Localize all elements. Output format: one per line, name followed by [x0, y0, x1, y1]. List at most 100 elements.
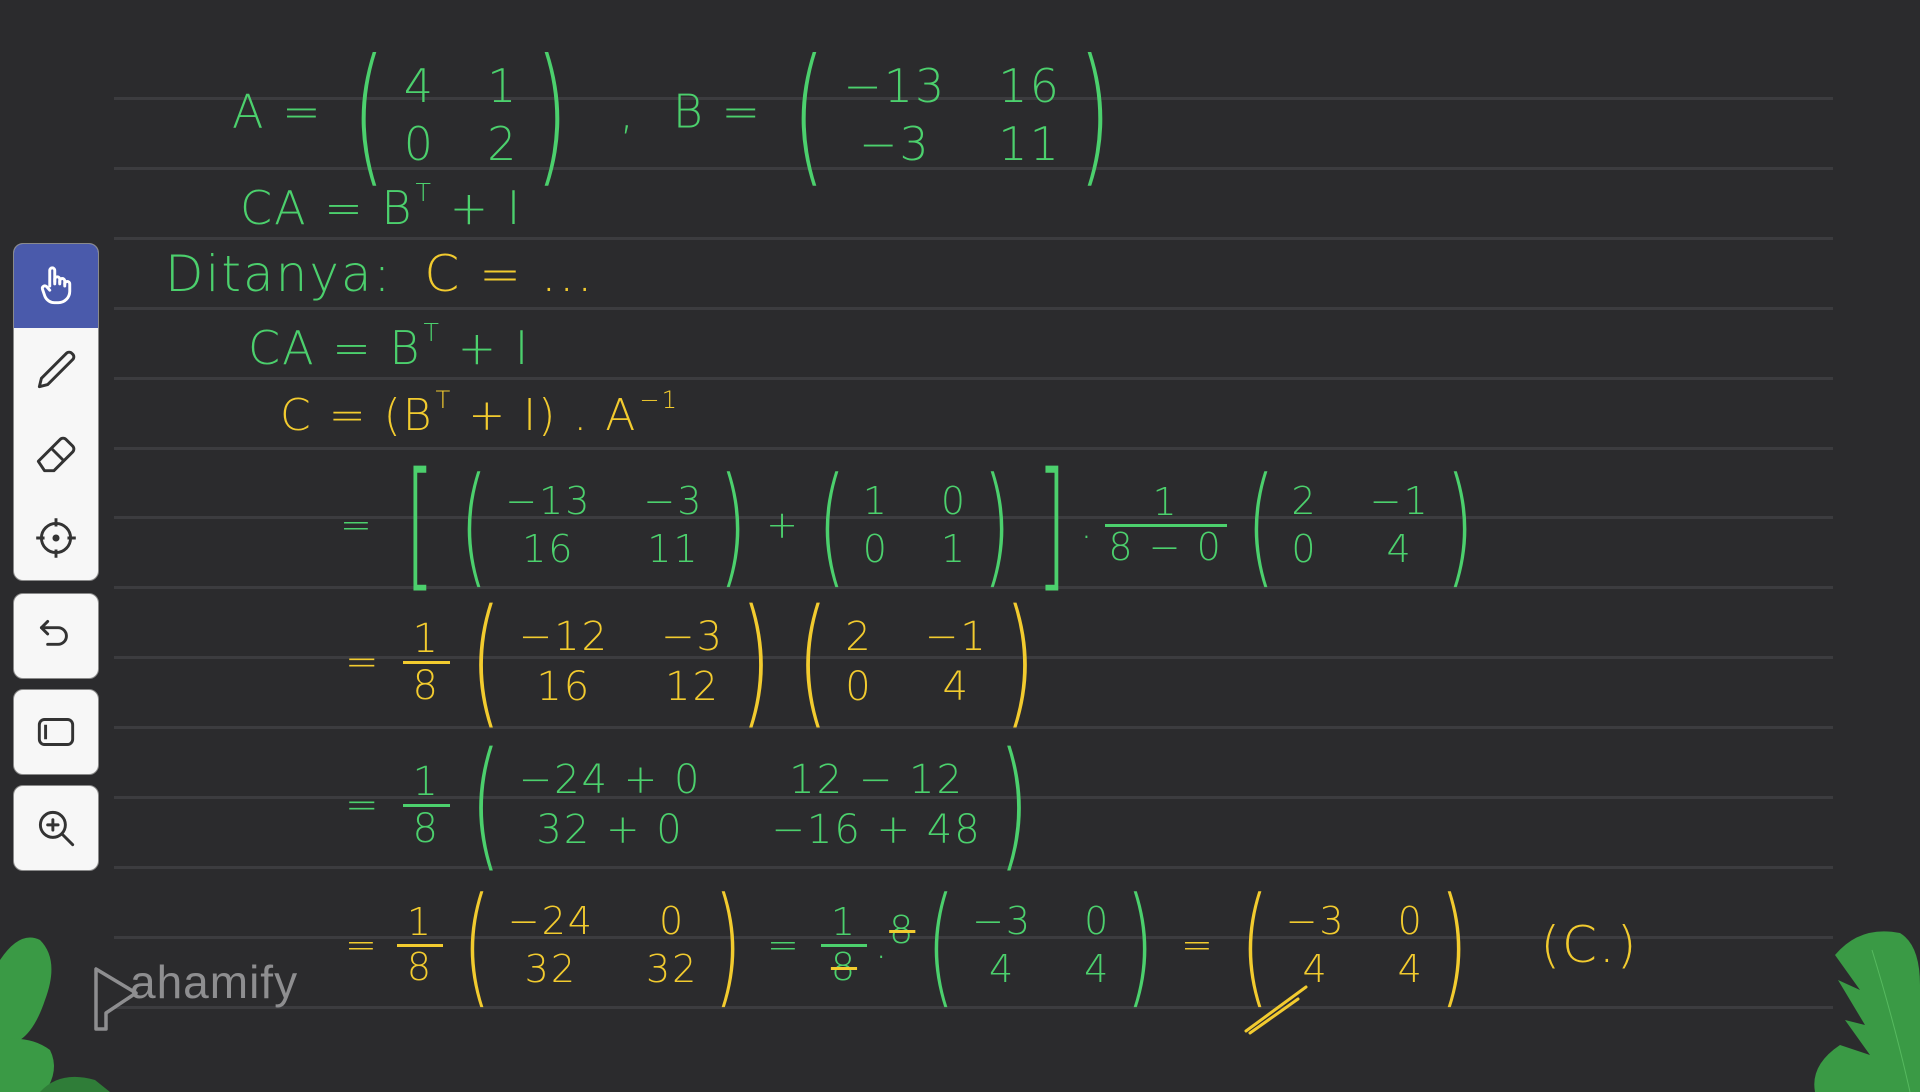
answer-underline [1244, 985, 1308, 1035]
matrix-cells: −24 0 32 32 [504, 899, 703, 991]
matrix-cell: 0 [940, 479, 968, 523]
factored-matrix: ( −3 0 4 4 ) [927, 869, 1156, 1021]
matrix-cell: −3 [661, 614, 724, 660]
matrix-cell: −24 [507, 899, 594, 943]
ruled-line [114, 446, 1833, 450]
step-5: = 18 ( −24 + 0 12 − 12 32 + 0 −16 + 48 ) [345, 735, 1042, 875]
matrix-cell: −24 + 0 [518, 757, 702, 803]
matrix-cell: 0 [403, 117, 436, 171]
matrix-cell: −16 + 48 [771, 807, 982, 853]
step-2: C = (BT + I) . A−1 [280, 386, 680, 441]
matrix-cell: 16 [998, 59, 1061, 113]
answer-choice: (C.) [1540, 916, 1639, 974]
laser-pointer-tool-button[interactable] [14, 496, 98, 580]
undo-icon [39, 619, 68, 646]
zoom-in-button[interactable] [13, 785, 99, 871]
matrix-cells: 1001 [859, 479, 971, 571]
eraser-tool-button[interactable] [14, 412, 98, 496]
step-3: = [ ( −13 −3 16 11 ) + ( 1001 ) ] . 1 8 − 0… [340, 455, 1486, 595]
matrix-cell: −3 [858, 117, 931, 171]
matrix-cells: −3 0 4 4 [968, 899, 1114, 991]
matrix-cell: 1 [940, 527, 968, 571]
question-line: Ditanya: C = ... [165, 245, 595, 303]
pahamify-logo: ahamify [90, 955, 298, 1031]
separator: , [619, 84, 637, 139]
matrix-cell: 4 [1386, 527, 1413, 571]
matrix-cell: 2 [1291, 479, 1318, 523]
matrix-cell: 4 [1397, 947, 1424, 991]
matrix-cell: 4 [988, 947, 1016, 991]
matrix-cells: 4102 [400, 59, 523, 171]
question-asked: C = ... [424, 245, 595, 303]
given-equation: CA = BT + I [240, 178, 523, 235]
product-matrix: ( −24 0 32 32 ) [462, 869, 744, 1021]
determinant-fraction: 1 8 − 0 [1104, 481, 1227, 569]
hand-tool-button[interactable] [14, 244, 98, 328]
matrix-cells: 2 −1 0 4 [1287, 479, 1433, 571]
matrix-cell: 16 [536, 664, 592, 710]
b-transpose-matrix: ( −13 −3 16 11 ) [460, 449, 749, 601]
matrix-cells: −13 −3 16 11 [501, 479, 707, 571]
pencil-icon [37, 350, 76, 389]
matrix-cell: 0 [862, 527, 889, 571]
matrix-cells: −13 16 −3 11 [839, 59, 1065, 171]
matrix-cell: 11 [647, 527, 700, 571]
logo-play-icon [94, 967, 138, 1031]
product-expansion-matrix: ( −24 + 0 12 − 12 32 + 0 −16 + 48 ) [470, 723, 1030, 886]
eraser-icon [36, 436, 76, 473]
matrix-b-label: B = [672, 84, 763, 139]
hand-pointer-icon [40, 266, 72, 305]
matrix-cell: −1 [1369, 479, 1430, 523]
identity-matrix: ( 1001 ) [817, 449, 1012, 601]
adjoint-matrix-2: ( 2 −1 0 4 ) [797, 580, 1036, 743]
matrix-cell: −1 [924, 614, 988, 660]
sum-matrix: ( −12 −3 16 12 ) [470, 580, 772, 743]
given-matrices: A = ( 4102 ) , B = ( −13 16 −3 11 ) [232, 40, 1125, 190]
matrix-cell: 16 [522, 527, 575, 571]
matrix-cell: 32 [645, 947, 699, 991]
ruled-line [114, 306, 1833, 310]
matrix-cell: 2 [845, 614, 873, 660]
undo-button[interactable] [13, 593, 99, 679]
matrix-cell: 0 [845, 664, 873, 710]
matrix-cell: 32 [524, 947, 578, 991]
matrix-cells: −24 + 0 12 − 12 32 + 0 −16 + 48 [515, 757, 986, 853]
leaf-decoration-right [1814, 931, 1920, 1092]
matrix-cell: −3 [1285, 899, 1346, 943]
matrix-cell: 12 [665, 664, 720, 710]
matrix-cell: −12 [518, 614, 610, 660]
matrix-cell: 4 [942, 664, 970, 710]
matrix-a: ( 4102 ) [352, 28, 570, 202]
crosshair-icon [36, 518, 76, 558]
matrix-cell: −13 [843, 59, 947, 113]
matrix-cell: 0 [659, 899, 686, 943]
matrix-cell: 4 [1084, 947, 1111, 991]
ruled-line [114, 236, 1833, 240]
matrix-b: ( −13 16 −3 11 ) [792, 28, 1112, 202]
pen-tool-button[interactable] [14, 328, 98, 412]
step-6: = 18 ( −24 0 32 32 ) = 18 . 8 ( −3 0 4 4 ) = (… [345, 869, 1639, 1021]
matrix-cell: 0 [1084, 899, 1111, 943]
zoom-in-icon [38, 810, 75, 847]
matrix-cell: 0 [1291, 527, 1318, 571]
matrix-cells: −12 −3 16 12 [515, 614, 728, 710]
matrix-cell: 11 [998, 117, 1061, 171]
matrix-cell: 12 − 12 [789, 757, 964, 803]
matrix-a-label: A = [232, 84, 323, 139]
matrix-cell: 2 [487, 117, 519, 171]
step-4: = 18 ( −12 −3 16 12 ) ( 2 −1 0 4 ) [345, 592, 1048, 732]
matrix-cell: 0 [1397, 899, 1424, 943]
adjoint-matrix: ( 2 −1 0 4 ) [1246, 449, 1475, 601]
matrix-cell: −3 [643, 479, 704, 523]
matrix-cell: 4 [403, 59, 436, 113]
step-1: CA = BT + I [248, 318, 531, 375]
ruled-line [114, 376, 1833, 380]
matrix-cell: 32 + 0 [536, 807, 684, 853]
drawing-tools-group [13, 243, 99, 581]
shape-tool-button[interactable] [13, 689, 99, 775]
question-label: Ditanya: [165, 245, 393, 303]
matrix-cell: 1 [487, 59, 519, 113]
matrix-cell: 1 [862, 479, 889, 523]
rectangle-icon [37, 718, 75, 746]
matrix-cell: −3 [972, 899, 1033, 943]
